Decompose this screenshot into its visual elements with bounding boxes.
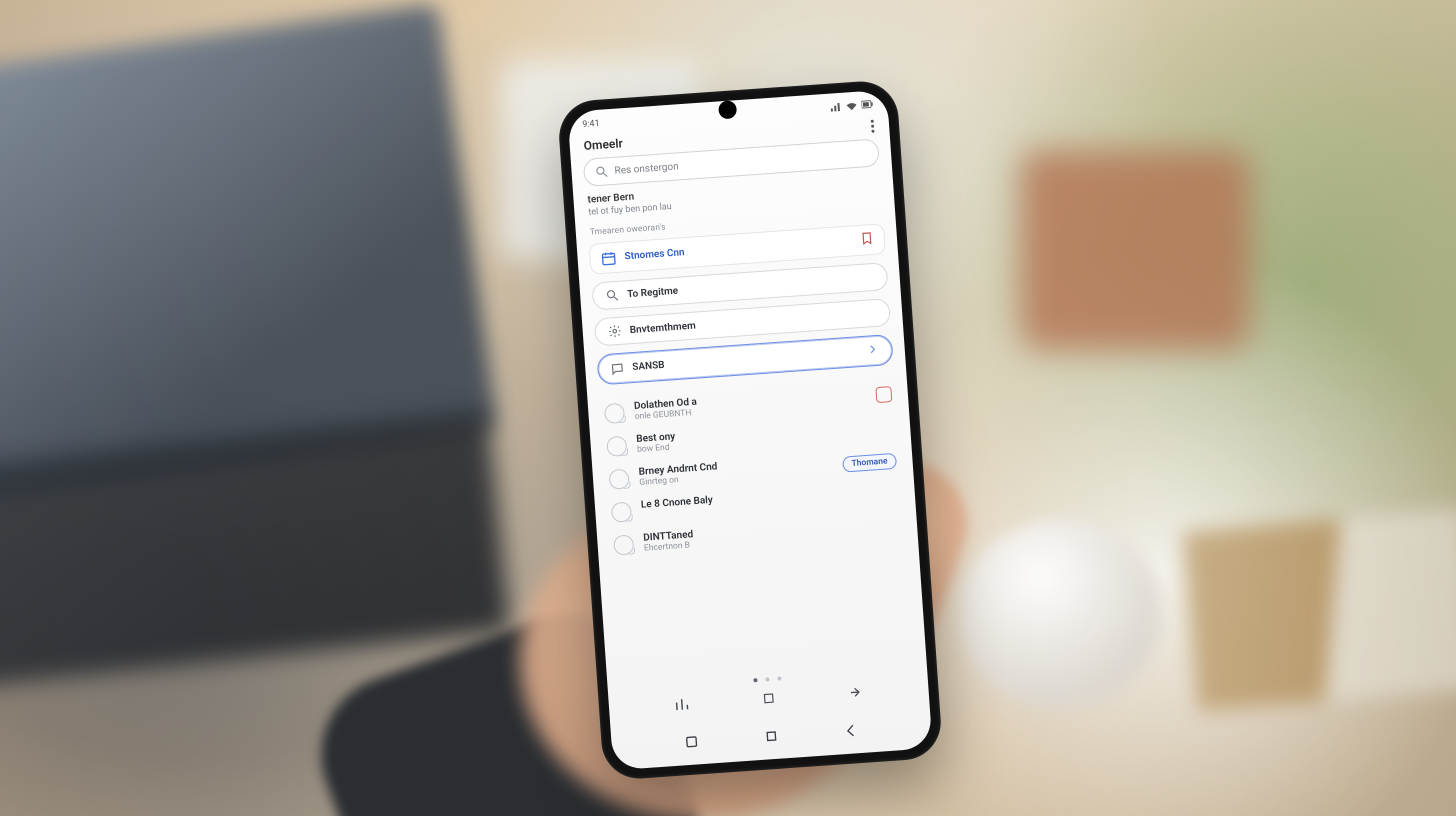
pill-label: To Regitme bbox=[627, 285, 679, 300]
wifi-icon bbox=[845, 101, 858, 112]
square-icon[interactable] bbox=[757, 687, 780, 710]
status-chip[interactable]: Thomane bbox=[842, 453, 897, 473]
pill-label: SANSB bbox=[632, 360, 665, 373]
back-button[interactable] bbox=[839, 719, 862, 742]
phone: 9:41 Omeelr bbox=[557, 79, 944, 781]
more-options-button[interactable] bbox=[871, 119, 876, 132]
list-item-sub: Ehcertnon B bbox=[644, 540, 695, 553]
search-icon bbox=[594, 164, 609, 179]
list-item-title: Le 8 Cnone Baly bbox=[641, 495, 714, 511]
calendar-icon bbox=[600, 249, 617, 266]
message-icon bbox=[610, 361, 625, 376]
chat-bubble-icon bbox=[604, 403, 625, 424]
plant-pot-terracotta bbox=[1020, 150, 1250, 350]
notebooks-blur bbox=[1183, 508, 1456, 712]
pager-dot bbox=[765, 677, 769, 681]
mug-blur bbox=[960, 520, 1160, 710]
pager-dot bbox=[777, 676, 781, 680]
bookmark-icon bbox=[859, 231, 874, 249]
home-button[interactable] bbox=[760, 725, 783, 748]
chat-bubble-icon bbox=[613, 534, 634, 555]
settings-icon bbox=[607, 324, 622, 339]
signal-icon bbox=[829, 102, 842, 113]
pager-dot bbox=[753, 678, 757, 682]
status-time: 9:41 bbox=[582, 119, 600, 130]
feature-card-label: Stnomes Cnn bbox=[624, 247, 685, 262]
chevron-right-icon bbox=[865, 342, 880, 360]
chat-bubble-icon bbox=[606, 436, 627, 457]
chat-bubble-icon bbox=[611, 501, 632, 522]
pill-label: Bnvtemthmem bbox=[629, 320, 696, 336]
recent-apps-button[interactable] bbox=[680, 730, 703, 753]
chart-icon[interactable] bbox=[671, 693, 694, 716]
photo-scene: 9:41 Omeelr bbox=[0, 0, 1456, 816]
search-icon bbox=[605, 288, 620, 303]
alert-badge-icon bbox=[875, 386, 892, 403]
arrow-icon[interactable] bbox=[843, 681, 866, 704]
results-list: Dolathen Od a onle GEUBNTH Best ony bow … bbox=[587, 372, 927, 685]
chat-bubble-icon bbox=[608, 469, 629, 490]
app-title: Omeelr bbox=[583, 136, 623, 153]
phone-screen: 9:41 Omeelr bbox=[567, 90, 932, 771]
search-placeholder: Res onstergon bbox=[614, 161, 679, 176]
list-item-sub: bow End bbox=[637, 442, 677, 455]
battery-icon bbox=[861, 100, 874, 111]
